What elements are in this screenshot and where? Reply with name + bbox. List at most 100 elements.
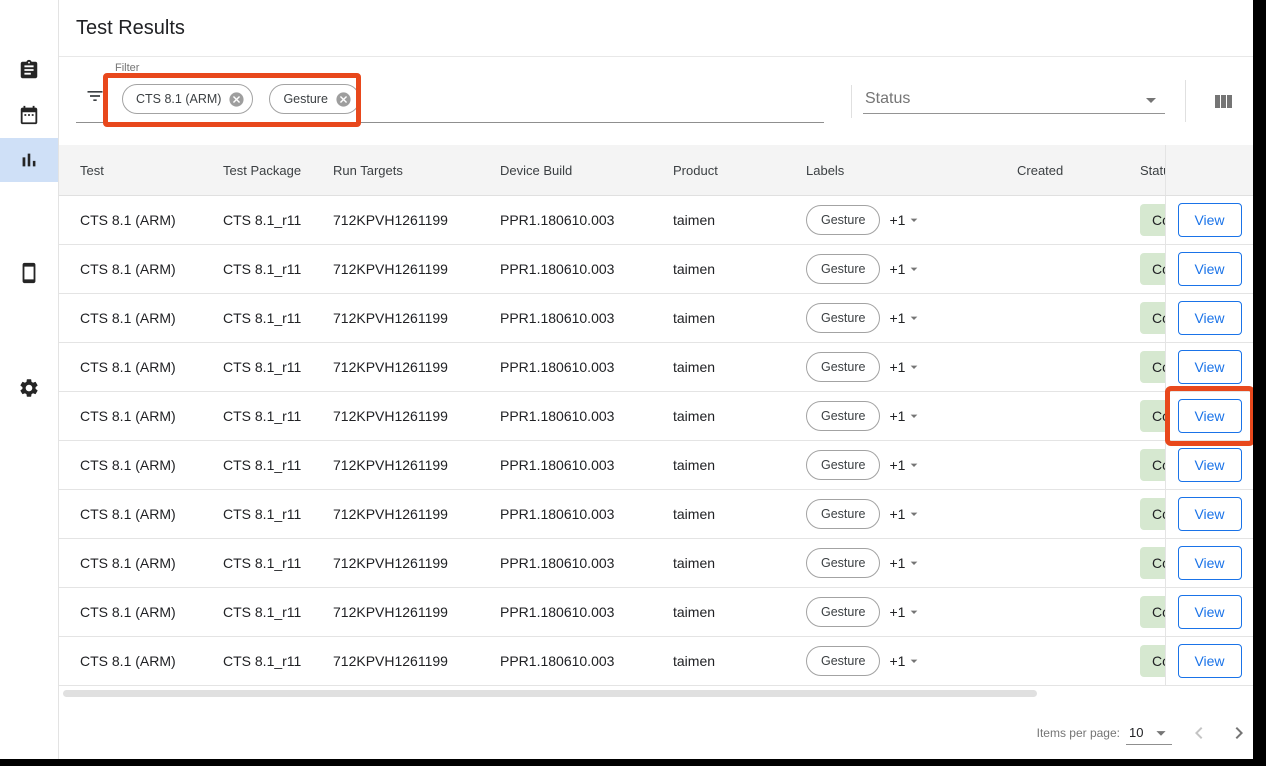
more-labels-toggle[interactable]: +1: [889, 506, 922, 522]
column-header-labels[interactable]: Labels: [806, 163, 1017, 178]
status-select-placeholder[interactable]: Status: [865, 90, 910, 108]
cell-product: taimen: [673, 506, 806, 522]
view-button-wrap: View: [1178, 350, 1242, 384]
sidebar-item-schedule[interactable]: [0, 93, 58, 137]
view-button-wrap: View: [1178, 301, 1242, 335]
table-row: CTS 8.1 (ARM) CTS 8.1_r11 712KPVH1261199…: [59, 245, 1253, 294]
view-button[interactable]: View: [1178, 448, 1242, 482]
table-row: CTS 8.1 (ARM) CTS 8.1_r11 712KPVH1261199…: [59, 343, 1253, 392]
label-chip[interactable]: Gesture: [806, 205, 880, 235]
cell-status: Completed: [1140, 441, 1165, 489]
view-button[interactable]: View: [1178, 644, 1242, 678]
label-chip[interactable]: Gesture: [806, 303, 880, 333]
filter-list-icon[interactable]: [85, 86, 105, 106]
cell-product: taimen: [673, 408, 806, 424]
view-button-wrap: View: [1178, 203, 1242, 237]
more-labels-count: +1: [889, 457, 905, 473]
more-labels-toggle[interactable]: +1: [889, 261, 922, 277]
filter-field-label: Filter: [115, 62, 139, 74]
view-button[interactable]: View: [1178, 595, 1242, 629]
status-badge: Completed: [1140, 351, 1165, 383]
more-labels-toggle[interactable]: +1: [889, 212, 922, 228]
table-row: CTS 8.1 (ARM) CTS 8.1_r11 712KPVH1261199…: [59, 441, 1253, 490]
cell-test-package: CTS 8.1_r11: [223, 506, 333, 522]
more-labels-count: +1: [889, 310, 905, 326]
more-labels-toggle[interactable]: +1: [889, 310, 922, 326]
label-chip[interactable]: Gesture: [806, 352, 880, 382]
more-labels-toggle[interactable]: +1: [889, 408, 922, 424]
sidebar-item-test-plans[interactable]: [0, 48, 58, 92]
status-select-underline[interactable]: [863, 113, 1165, 114]
more-labels-count: +1: [889, 212, 905, 228]
more-labels-toggle[interactable]: +1: [889, 653, 922, 669]
remove-chip-icon[interactable]: [335, 91, 352, 108]
sidebar-item-devices[interactable]: [0, 251, 58, 295]
cell-device-build: PPR1.180610.003: [500, 653, 673, 669]
table-row: CTS 8.1 (ARM) CTS 8.1_r11 712KPVH1261199…: [59, 539, 1253, 588]
cell-test: CTS 8.1 (ARM): [80, 359, 223, 375]
more-labels-count: +1: [889, 261, 905, 277]
view-button[interactable]: View: [1178, 252, 1242, 286]
view-button[interactable]: View: [1178, 546, 1242, 580]
view-button[interactable]: View: [1178, 497, 1242, 531]
remove-chip-icon[interactable]: [228, 91, 245, 108]
filter-chip[interactable]: Gesture: [269, 84, 359, 114]
sidebar: [0, 0, 59, 759]
filter-input-underline[interactable]: [76, 122, 824, 123]
next-page-icon[interactable]: [1227, 721, 1251, 745]
view-button[interactable]: View: [1178, 203, 1242, 237]
cell-test-package: CTS 8.1_r11: [223, 604, 333, 620]
cell-view: View: [1165, 392, 1253, 440]
sidebar-item-test-results[interactable]: [0, 138, 58, 182]
view-button[interactable]: View: [1178, 350, 1242, 384]
filter-chip-label: Gesture: [283, 92, 327, 106]
status-badge: Completed: [1140, 253, 1165, 285]
table-header-row: Test Test Package Run Targets Device Bui…: [59, 145, 1253, 196]
view-button[interactable]: View: [1178, 399, 1242, 433]
status-dropdown-arrow-icon[interactable]: [1139, 88, 1163, 112]
sidebar-item-settings[interactable]: [0, 366, 58, 410]
more-labels-toggle[interactable]: +1: [889, 457, 922, 473]
cell-test-package: CTS 8.1_r11: [223, 261, 333, 277]
cell-status: Completed: [1140, 245, 1165, 293]
more-labels-toggle[interactable]: +1: [889, 555, 922, 571]
table-row: CTS 8.1 (ARM) CTS 8.1_r11 712KPVH1261199…: [59, 196, 1253, 245]
cell-test: CTS 8.1 (ARM): [80, 604, 223, 620]
column-header-test-package[interactable]: Test Package: [223, 163, 333, 178]
view-button-wrap: View: [1178, 595, 1242, 629]
cell-test-package: CTS 8.1_r11: [223, 359, 333, 375]
cell-view: View: [1165, 294, 1253, 342]
cell-labels: Gesture +1: [806, 499, 1017, 529]
previous-page-icon[interactable]: [1187, 721, 1211, 745]
gear-icon: [18, 377, 40, 399]
page-size-select[interactable]: 10: [1126, 721, 1172, 745]
label-chip[interactable]: Gesture: [806, 254, 880, 284]
more-labels-toggle[interactable]: +1: [889, 604, 922, 620]
view-columns-icon[interactable]: [1211, 90, 1235, 114]
cell-device-build: PPR1.180610.003: [500, 212, 673, 228]
column-header-product[interactable]: Product: [673, 163, 806, 178]
column-header-test[interactable]: Test: [80, 163, 223, 178]
chevron-down-icon: [906, 506, 922, 522]
label-chip[interactable]: Gesture: [806, 548, 880, 578]
label-chip[interactable]: Gesture: [806, 597, 880, 627]
horizontal-scrollbar[interactable]: [63, 690, 1037, 697]
label-chip[interactable]: Gesture: [806, 450, 880, 480]
cell-test: CTS 8.1 (ARM): [80, 261, 223, 277]
column-header-run-targets[interactable]: Run Targets: [333, 163, 500, 178]
column-header-device-build[interactable]: Device Build: [500, 163, 673, 178]
toolbar-divider: [851, 85, 852, 118]
label-chip[interactable]: Gesture: [806, 401, 880, 431]
label-chip[interactable]: Gesture: [806, 499, 880, 529]
column-header-status[interactable]: Status: [1140, 163, 1165, 178]
main-content: Test Results Filter CTS 8.1 (ARM) Gestur…: [59, 0, 1253, 759]
cell-run-targets: 712KPVH1261199: [333, 408, 500, 424]
cell-status: Completed: [1140, 392, 1165, 440]
column-header-created[interactable]: Created: [1017, 163, 1140, 178]
filter-chip[interactable]: CTS 8.1 (ARM): [122, 84, 253, 114]
label-chip[interactable]: Gesture: [806, 646, 880, 676]
filter-chips: CTS 8.1 (ARM) Gesture: [122, 84, 360, 114]
cell-test-package: CTS 8.1_r11: [223, 555, 333, 571]
more-labels-toggle[interactable]: +1: [889, 359, 922, 375]
view-button[interactable]: View: [1178, 301, 1242, 335]
